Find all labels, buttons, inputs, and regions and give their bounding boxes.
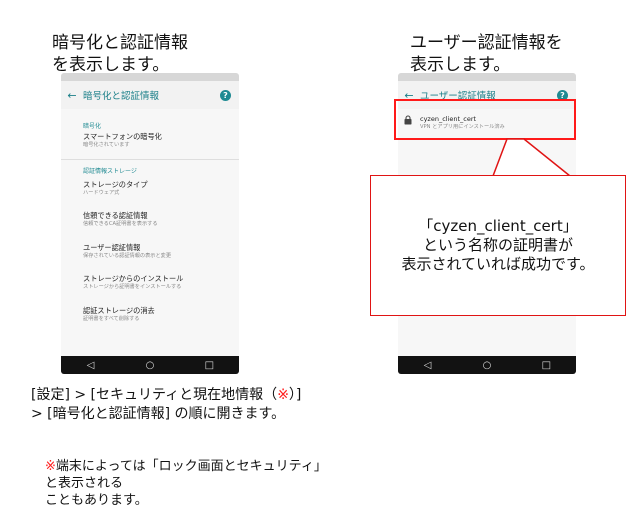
note-mark: ※ (277, 387, 289, 403)
instruction-line2: > [暗号化と認証情報] の順に開きます。 (31, 406, 286, 422)
note-mark: ※ (45, 459, 56, 474)
note-line2: と表示される (45, 476, 124, 491)
note-line1-text: 端末によっては「ロック画面とセキュリティ」 (55, 459, 327, 474)
success-callout: 「cyzen_client_cert」 という名称の証明書が 表示されていれば成… (370, 175, 626, 316)
note-text: ※端末によっては「ロック画面とセキュリティ」 と表示される こともあります。 (45, 458, 327, 509)
note-line1: ※端末によっては「ロック画面とセキュリティ」 (45, 458, 327, 475)
instruction-text: [設定] > [セキュリティと現在地情報（※）] > [暗号化と認証情報] の順… (31, 386, 301, 424)
callout-line3: 表示されていれば成功です。 (401, 255, 595, 273)
callout-line2: という名称の証明書が (422, 236, 573, 254)
note-line3: こともあります。 (45, 493, 148, 508)
instruction-line1-end: ）] (288, 387, 302, 403)
instruction-line1-text: [設定] > [セキュリティと現在地情報（ (31, 387, 278, 403)
instruction-line1: [設定] > [セキュリティと現在地情報（※）] (31, 386, 301, 405)
callout-line1: 「cyzen_client_cert」 (418, 217, 578, 235)
